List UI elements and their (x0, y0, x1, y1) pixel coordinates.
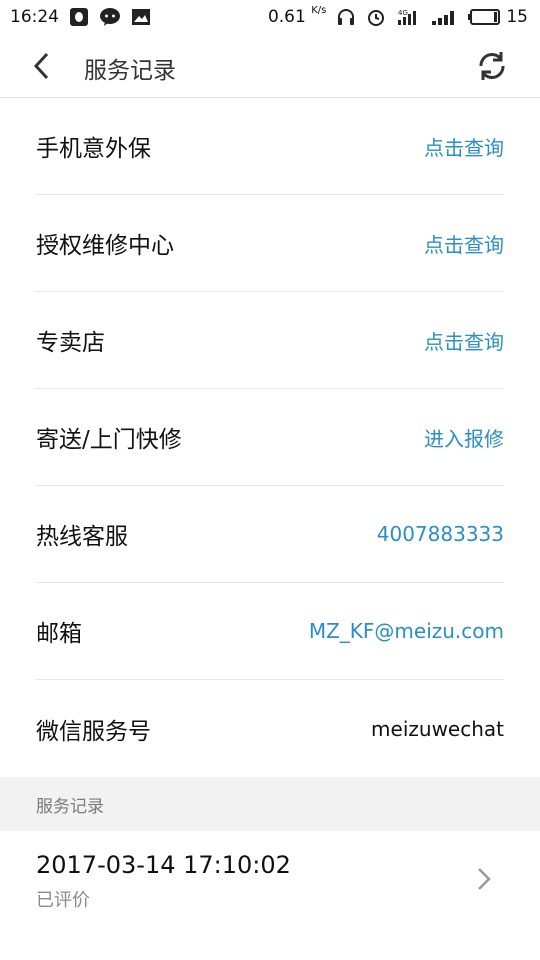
row-email[interactable]: 邮箱 MZ_KF@meizu.com (36, 583, 504, 680)
row-label: 授权维修中心 (36, 233, 174, 259)
refresh-icon (479, 52, 505, 80)
query-link[interactable]: 点击查询 (424, 326, 504, 355)
section-header: 服务记录 (0, 777, 540, 831)
status-bar: 16:24 0.61 K/s 4G 15 (0, 0, 540, 34)
row-store[interactable]: 专卖店 点击查询 (36, 292, 504, 389)
query-link[interactable]: 点击查询 (424, 132, 504, 161)
email-link[interactable]: MZ_KF@meizu.com (309, 619, 504, 643)
status-time: 16:24 (10, 7, 59, 27)
status-bar-left: 16:24 (10, 7, 151, 27)
query-link[interactable]: 点击查询 (424, 229, 504, 258)
back-button[interactable] (24, 48, 60, 84)
battery: 15 (468, 7, 528, 27)
app-bar: 服务记录 (0, 34, 540, 98)
signal-4g-icon: 4G (396, 7, 420, 27)
row-label: 邮箱 (36, 621, 82, 647)
record-item[interactable]: 2017-03-14 17:10:02 已评价 (0, 831, 540, 927)
row-hotline[interactable]: 热线客服 4007883333 (36, 486, 504, 583)
wechat-icon (99, 7, 121, 27)
back-arrow-icon (33, 52, 49, 80)
row-label: 微信服务号 (36, 718, 151, 745)
row-label: 专卖店 (36, 330, 105, 356)
repair-link[interactable]: 进入报修 (424, 423, 504, 452)
alarm-icon (366, 7, 386, 27)
image-icon (131, 7, 151, 27)
battery-level: 15 (506, 7, 528, 27)
refresh-button[interactable] (474, 48, 510, 84)
svg-text:4G: 4G (398, 9, 408, 17)
row-label: 手机意外保 (36, 136, 151, 162)
net-speed: 0.61 K/s (267, 5, 327, 27)
signal-icon (430, 7, 458, 27)
row-label: 寄送/上门快修 (36, 427, 182, 453)
record-status: 已评价 (36, 890, 90, 911)
headset-icon (336, 7, 356, 27)
record-time: 2017-03-14 17:10:02 (36, 851, 291, 879)
row-accident-protection[interactable]: 手机意外保 点击查询 (36, 98, 504, 195)
row-wechat: 微信服务号 meizuwechat (36, 680, 504, 777)
service-list: 手机意外保 点击查询 授权维修中心 点击查询 专卖店 点击查询 寄送/上门快修 … (0, 98, 540, 777)
row-label: 热线客服 (36, 524, 128, 550)
page-title: 服务记录 (84, 58, 176, 84)
status-bar-right: 0.61 K/s 4G 15 (267, 5, 528, 27)
row-repair-center[interactable]: 授权维修中心 点击查询 (36, 195, 504, 292)
row-mail-in-repair[interactable]: 寄送/上门快修 进入报修 (36, 389, 504, 486)
chevron-right-icon (472, 863, 496, 895)
qq-icon (69, 7, 89, 27)
net-speed-unit: K/s (311, 5, 327, 16)
section-title: 服务记录 (36, 796, 104, 817)
wechat-account: meizuwechat (371, 716, 504, 741)
battery-icon (468, 8, 502, 26)
hotline-number[interactable]: 4007883333 (377, 522, 504, 546)
net-speed-value: 0.61 (267, 7, 306, 27)
